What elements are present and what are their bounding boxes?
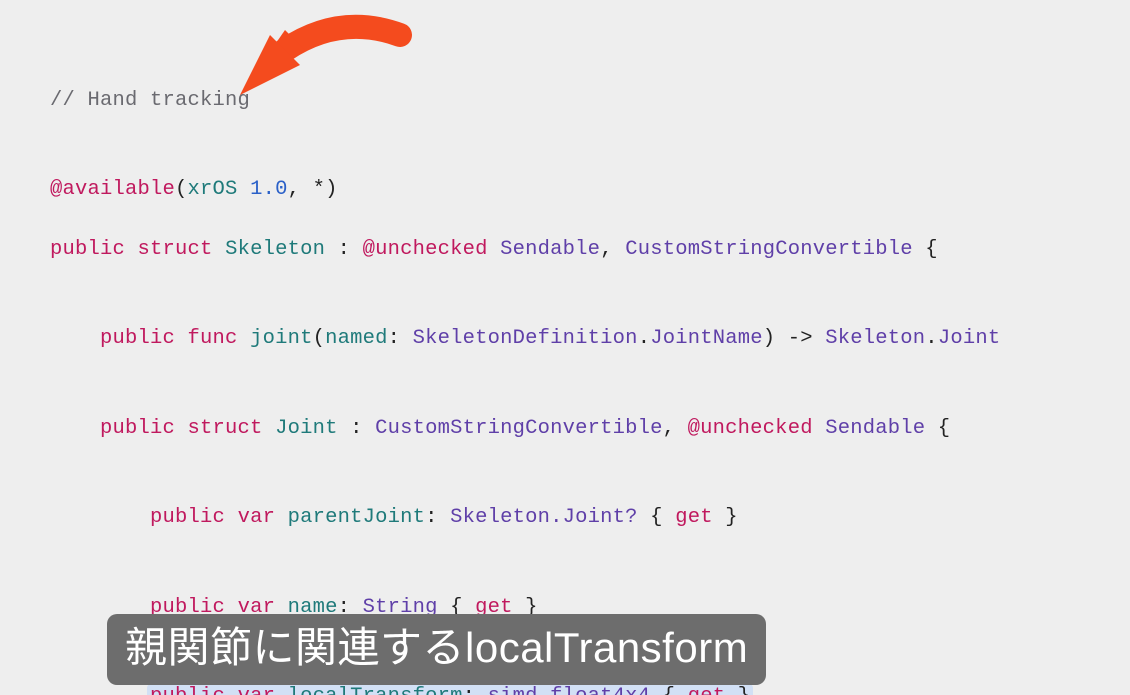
ident-localtransform: localTransform bbox=[288, 685, 463, 695]
code-line-var-parentjoint: public var parentJoint: Skeleton.Joint? … bbox=[50, 503, 1130, 533]
code-line-func: public func joint(named: SkeletonDefinit… bbox=[50, 324, 1130, 354]
attr-available: @available bbox=[50, 178, 175, 201]
kw-public: public bbox=[100, 327, 175, 350]
type: Skeleton.Joint? bbox=[450, 506, 638, 529]
punct: . bbox=[638, 327, 651, 350]
punct: : bbox=[338, 417, 376, 440]
kw-public: public bbox=[50, 238, 125, 261]
type-skeleton: Skeleton bbox=[225, 238, 325, 261]
punct: } bbox=[713, 506, 738, 529]
punct: . bbox=[925, 327, 938, 350]
kw-public: public bbox=[150, 506, 225, 529]
type-csc: CustomStringConvertible bbox=[625, 238, 913, 261]
ident-parentjoint: parentJoint bbox=[288, 506, 426, 529]
kw-struct: struct bbox=[188, 417, 263, 440]
caption-text: 親関節に関連するlocalTransform bbox=[125, 624, 748, 671]
punct bbox=[213, 238, 226, 261]
platform: xrOS bbox=[188, 178, 238, 201]
type-joint: Joint bbox=[275, 417, 338, 440]
comment-text: // Hand tracking bbox=[50, 89, 250, 112]
highlighted-line: public var localTransform: simd_float4x4… bbox=[147, 684, 753, 695]
punct: } bbox=[725, 685, 750, 695]
punct: : bbox=[388, 327, 413, 350]
punct: { bbox=[638, 506, 676, 529]
punct: { bbox=[650, 685, 688, 695]
type-skeleton: Skeleton bbox=[825, 327, 925, 350]
punct: ) bbox=[763, 327, 776, 350]
punct bbox=[263, 417, 276, 440]
version: 1.0 bbox=[250, 178, 288, 201]
code-block: // Hand tracking @available(xrOS 1.0, *)… bbox=[0, 0, 1130, 695]
param-named: named bbox=[325, 327, 388, 350]
kw-public: public bbox=[150, 685, 225, 695]
punct bbox=[488, 238, 501, 261]
arrow-op: -> bbox=[775, 327, 825, 350]
punct: , bbox=[663, 417, 688, 440]
punct bbox=[275, 506, 288, 529]
ident-joint: joint bbox=[250, 327, 313, 350]
kw-struct: struct bbox=[138, 238, 213, 261]
kw-var: var bbox=[238, 506, 276, 529]
kw-get: get bbox=[688, 685, 726, 695]
punct: ( bbox=[175, 178, 188, 201]
type: simd_float4x4 bbox=[488, 685, 651, 695]
punct bbox=[175, 327, 188, 350]
punct: { bbox=[925, 417, 950, 440]
kw-public: public bbox=[100, 417, 175, 440]
kw-var: var bbox=[238, 685, 276, 695]
punct bbox=[175, 417, 188, 440]
indent bbox=[50, 327, 100, 350]
punct: : bbox=[463, 685, 488, 695]
punct bbox=[225, 685, 238, 695]
indent bbox=[50, 685, 150, 695]
code-line-struct: public struct Skeleton : @unchecked Send… bbox=[50, 235, 1130, 265]
punct bbox=[813, 417, 826, 440]
code-line-comment: // Hand tracking bbox=[50, 86, 1130, 116]
punct bbox=[125, 238, 138, 261]
punct bbox=[225, 506, 238, 529]
kw-get: get bbox=[675, 506, 713, 529]
attr-unchecked: @unchecked bbox=[688, 417, 813, 440]
punct: , *) bbox=[288, 178, 338, 201]
type-skeletondef: SkeletonDefinition bbox=[413, 327, 638, 350]
type-sendable: Sendable bbox=[500, 238, 600, 261]
code-line-available: @available(xrOS 1.0, *) bbox=[50, 175, 1130, 205]
type-csc: CustomStringConvertible bbox=[375, 417, 663, 440]
attr-unchecked: @unchecked bbox=[363, 238, 488, 261]
punct bbox=[275, 685, 288, 695]
caption-pill: 親関節に関連するlocalTransform bbox=[107, 614, 766, 685]
punct: ( bbox=[313, 327, 326, 350]
indent bbox=[50, 417, 100, 440]
punct: : bbox=[325, 238, 363, 261]
punct: { bbox=[913, 238, 938, 261]
punct: , bbox=[600, 238, 625, 261]
punct bbox=[238, 327, 251, 350]
type-jointname: JointName bbox=[650, 327, 763, 350]
punct bbox=[238, 178, 251, 201]
type-sendable: Sendable bbox=[825, 417, 925, 440]
kw-func: func bbox=[188, 327, 238, 350]
punct: : bbox=[425, 506, 450, 529]
code-line-joint-struct: public struct Joint : CustomStringConver… bbox=[50, 414, 1130, 444]
indent bbox=[50, 506, 150, 529]
type-joint: Joint bbox=[938, 327, 1001, 350]
